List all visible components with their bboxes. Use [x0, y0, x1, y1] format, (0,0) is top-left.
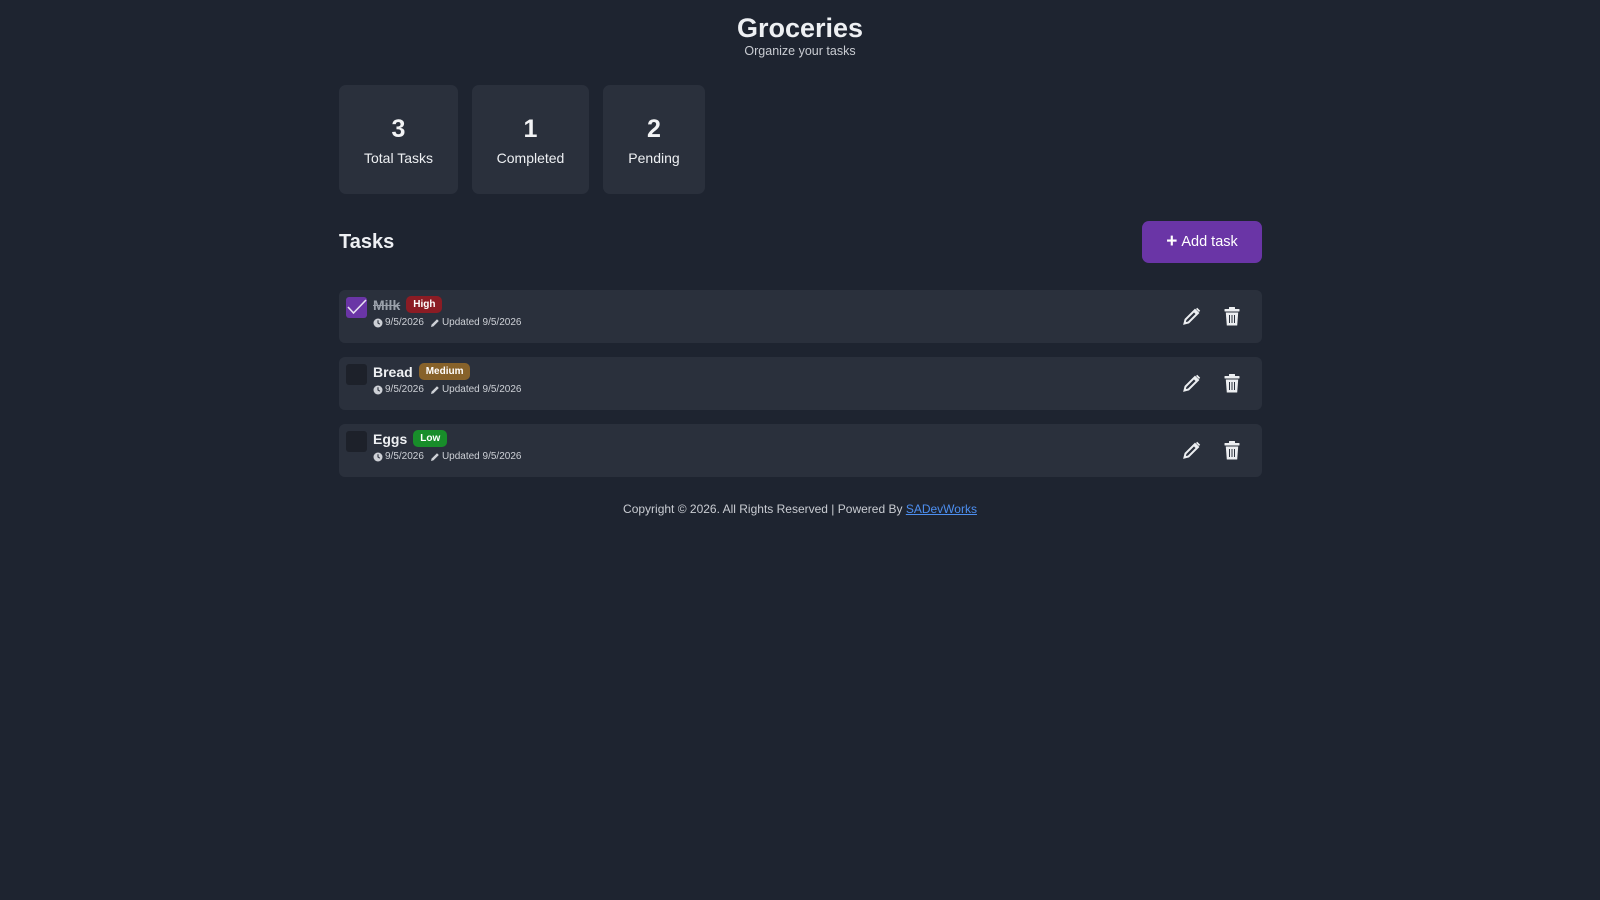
footer: Copyright © 2026. All Rights Reserved | … — [0, 502, 1600, 516]
clock-icon — [373, 452, 383, 461]
pencil-icon — [430, 452, 439, 461]
add-task-button[interactable]: + Add task — [1142, 221, 1262, 263]
task-name: Bread — [373, 363, 413, 380]
updated-date-text: Updated 9/5/2026 — [441, 384, 522, 395]
delete-task-button[interactable] — [1222, 439, 1242, 461]
task-main: Eggs Low 9/5/2026 Updated 9/5/2026 — [373, 430, 521, 462]
trash-icon — [1224, 373, 1240, 392]
task-title-line: Eggs Low — [373, 430, 521, 447]
stat-card-completed: 1 Completed — [472, 85, 589, 194]
stat-value: 3 — [391, 114, 406, 143]
pencil-icon — [430, 385, 439, 394]
task-name: Eggs — [373, 430, 408, 447]
edit-icon — [1183, 441, 1201, 459]
stat-label: Pending — [628, 149, 680, 166]
trash-icon — [1224, 306, 1240, 325]
task-item: Milk High 9/5/2026 Updated 9/5/2026 — [339, 290, 1262, 343]
edit-task-button[interactable] — [1182, 439, 1202, 461]
edit-icon — [1183, 374, 1201, 392]
check-icon — [347, 299, 367, 315]
task-meta: 9/5/2026 Updated 9/5/2026 — [373, 317, 521, 328]
edit-task-button[interactable] — [1182, 372, 1202, 394]
task-checkbox[interactable] — [346, 364, 367, 385]
task-name: Milk — [373, 296, 401, 313]
priority-badge: High — [406, 296, 443, 313]
task-checkbox[interactable] — [346, 431, 367, 452]
task-main: Milk High 9/5/2026 Updated 9/5/2026 — [373, 296, 521, 328]
stat-card-pending: 2 Pending — [603, 85, 705, 194]
edit-task-button[interactable] — [1182, 305, 1202, 327]
task-list: Milk High 9/5/2026 Updated 9/5/2026 Brea… — [339, 290, 1262, 477]
created-date-text: 9/5/2026 — [385, 384, 424, 395]
task-meta: 9/5/2026 Updated 9/5/2026 — [373, 384, 521, 395]
task-item: Bread Medium 9/5/2026 Updated 9/5/2026 — [339, 357, 1262, 410]
tasks-header: Tasks + Add task — [339, 221, 1262, 263]
created-date: 9/5/2026 — [373, 384, 424, 395]
footer-link[interactable]: SADevWorks — [906, 502, 977, 516]
task-checkbox[interactable] — [346, 297, 367, 318]
task-title-line: Bread Medium — [373, 363, 521, 380]
updated-date: Updated 9/5/2026 — [430, 384, 522, 395]
updated-date: Updated 9/5/2026 — [430, 451, 522, 462]
stat-value: 1 — [523, 114, 538, 143]
clock-icon — [373, 385, 383, 394]
created-date: 9/5/2026 — [373, 451, 424, 462]
created-date: 9/5/2026 — [373, 317, 424, 328]
plus-icon: + — [1166, 231, 1178, 252]
task-actions — [1182, 372, 1242, 394]
pencil-icon — [430, 318, 439, 327]
app-title: Groceries — [736, 13, 864, 43]
tasks-title: Tasks — [339, 230, 395, 253]
stats-row: 3 Total Tasks 1 Completed 2 Pending — [339, 85, 1262, 194]
app-header: Groceries Organize your tasks — [0, 0, 1600, 58]
priority-badge: Low — [413, 430, 448, 447]
task-actions — [1182, 305, 1242, 327]
stat-label: Total Tasks — [364, 149, 433, 166]
edit-icon — [1183, 307, 1201, 325]
delete-task-button[interactable] — [1222, 305, 1242, 327]
clock-icon — [373, 318, 383, 327]
updated-date: Updated 9/5/2026 — [430, 317, 522, 328]
stat-card-total: 3 Total Tasks — [339, 85, 458, 194]
add-task-label: Add task — [1181, 234, 1238, 250]
main-content: 3 Total Tasks 1 Completed 2 Pending Task… — [339, 85, 1262, 491]
priority-badge: Medium — [418, 363, 471, 380]
task-main: Bread Medium 9/5/2026 Updated 9/5/2026 — [373, 363, 521, 395]
task-actions — [1182, 439, 1242, 461]
trash-icon — [1224, 440, 1240, 459]
task-title-line: Milk High — [373, 296, 521, 313]
footer-text: Copyright © 2026. All Rights Reserved | … — [623, 502, 903, 516]
delete-task-button[interactable] — [1222, 372, 1242, 394]
created-date-text: 9/5/2026 — [385, 451, 424, 462]
task-item: Eggs Low 9/5/2026 Updated 9/5/2026 — [339, 424, 1262, 477]
stat-label: Completed — [496, 149, 565, 166]
updated-date-text: Updated 9/5/2026 — [441, 451, 522, 462]
task-meta: 9/5/2026 Updated 9/5/2026 — [373, 451, 521, 462]
created-date-text: 9/5/2026 — [385, 317, 424, 328]
stat-value: 2 — [647, 114, 661, 143]
app-subtitle: Organize your tasks — [744, 44, 856, 58]
updated-date-text: Updated 9/5/2026 — [441, 317, 522, 328]
